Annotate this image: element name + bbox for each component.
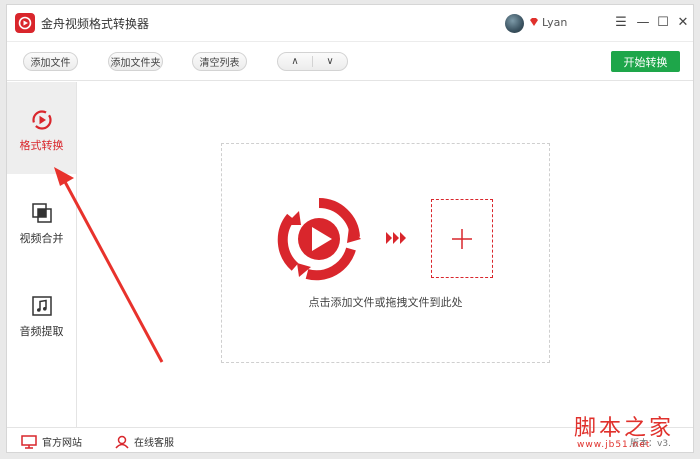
online-service-label: 在线客服 [134,438,174,449]
sidebar-item-label: 格式转换 [19,139,64,152]
clear-list-button[interactable]: 清空列表 [192,52,247,71]
merge-icon [31,202,53,224]
monitor-icon [21,434,37,449]
sidebar-item-audio-extract[interactable]: 音频提取 [7,268,76,360]
customer-service-icon [115,435,129,449]
vip-diamond-icon [530,18,538,26]
add-file-target[interactable] [431,199,493,278]
close-button[interactable]: ✕ [675,14,691,30]
app-title: 金舟视频格式转换器 [41,17,150,31]
sidebar-item-label: 视频合并 [19,232,64,245]
file-drop-zone[interactable]: 点击添加文件或拖拽文件到此处 [221,143,550,363]
move-up-button[interactable]: ∧ [278,56,313,67]
music-note-icon [31,295,53,317]
watermark: 脚本之家 www.jb51.net [574,410,694,456]
plus-icon [452,228,472,249]
user-avatar[interactable] [505,14,524,33]
sidebar-item-label: 音频提取 [19,325,64,338]
online-service-link[interactable]: 在线客服 [115,434,174,449]
sidebar-item-format-convert[interactable]: 格式转换 [7,82,76,174]
start-convert-button[interactable]: 开始转换 [611,51,680,72]
menu-icon[interactable]: ☰ [613,14,629,30]
drop-hint-text: 点击添加文件或拖拽文件到此处 [308,296,463,309]
app-logo-icon [15,13,35,33]
official-site-label: 官方网站 [42,438,82,449]
add-file-button[interactable]: 添加文件 [23,52,78,71]
move-down-button[interactable]: ∨ [313,56,347,67]
converter-logo-icon [277,197,361,281]
sidebar-item-video-merge[interactable]: 视频合并 [7,175,76,267]
minimize-button[interactable]: — [635,14,651,30]
triple-arrow-icon [386,232,406,244]
add-folder-button[interactable]: 添加文件夹 [108,52,163,71]
watermark-title: 脚本之家 [574,416,675,441]
toolbar: 添加文件 添加文件夹 清空列表 ∧ ∨ 开始转换 [7,41,693,81]
username[interactable]: Lyan [542,16,567,29]
official-site-link[interactable]: 官方网站 [21,434,82,449]
sidebar: 格式转换 视频合并 音频提取 [7,82,77,427]
app-window: 金舟视频格式转换器 Lyan ☰ — ☐ ✕ 添加文件 添加文件夹 清空列表 ∧… [6,4,694,453]
move-buttons: ∧ ∨ [277,52,348,71]
watermark-url: www.jb51.net [577,440,651,450]
title-bar: 金舟视频格式转换器 Lyan ☰ — ☐ ✕ [7,5,693,41]
convert-play-icon [31,109,53,131]
maximize-button[interactable]: ☐ [655,14,671,30]
